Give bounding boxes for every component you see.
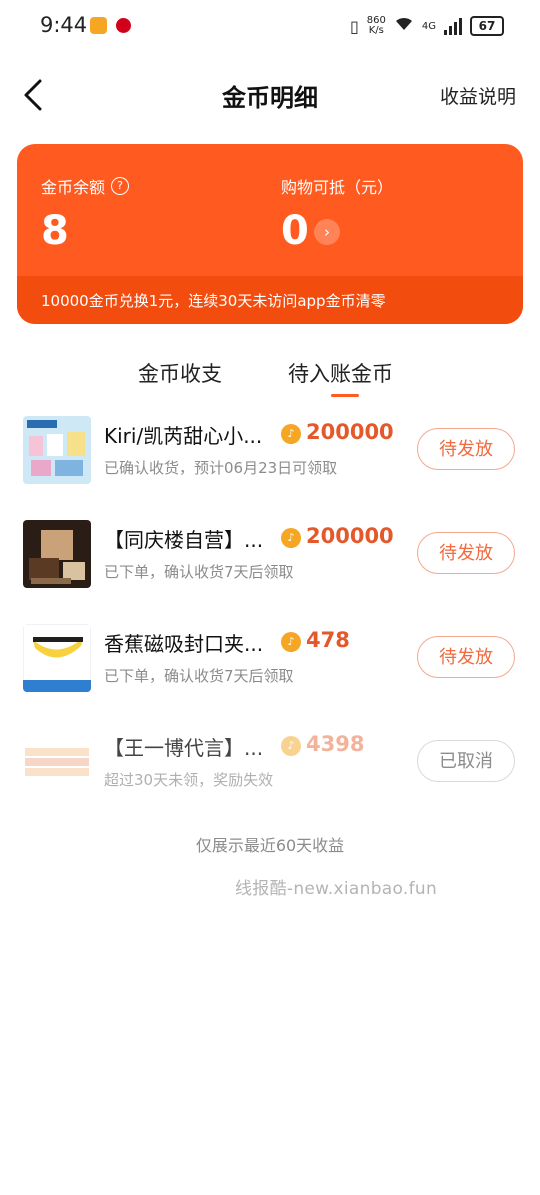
list-item[interactable]: Kiri/凯芮甜心小... ♪ 200000 已确认收货，预计06月23日可领取… bbox=[0, 400, 540, 504]
coin-icon: ♪ bbox=[281, 632, 301, 652]
pending-release-button[interactable]: 待发放 bbox=[417, 636, 515, 678]
pending-release-button[interactable]: 待发放 bbox=[417, 428, 515, 470]
product-name: 香蕉磁吸封口夹... bbox=[104, 632, 264, 656]
active-tab-indicator bbox=[331, 394, 359, 397]
chevron-right-icon[interactable]: › bbox=[314, 219, 340, 245]
coin-amount: 200000 bbox=[306, 420, 394, 444]
tab-coin-transactions[interactable]: 金币收支 bbox=[138, 358, 222, 388]
item-status-text: 超过30天未领，奖励失效 bbox=[104, 771, 274, 789]
deduct-value: 0 bbox=[281, 208, 309, 254]
item-status-text: 已下单，确认收货7天后领取 bbox=[104, 563, 294, 581]
pending-release-button[interactable]: 待发放 bbox=[417, 532, 515, 574]
signal-icon bbox=[444, 17, 462, 35]
top-nav: 金币明细 收益说明 bbox=[0, 60, 540, 130]
status-time: 9:44 bbox=[40, 13, 88, 37]
earnings-info-link[interactable]: 收益说明 bbox=[440, 82, 516, 109]
tab-pending-coins[interactable]: 待入账金币 bbox=[288, 358, 393, 388]
item-status-text: 已确认收货，预计06月23日可领取 bbox=[104, 459, 338, 477]
card-footer: 10000金币兑换1元，连续30天未访问app金币清零 bbox=[17, 276, 523, 324]
coin-amount: 200000 bbox=[306, 524, 394, 548]
product-thumbnail bbox=[23, 520, 91, 588]
coin-summary-card: 金币余额 ? 8 购物可抵（元） 0 › 10000金币兑换1元，连续30天未访… bbox=[17, 144, 523, 324]
wifi-icon bbox=[394, 16, 414, 36]
coin-amount: 4398 bbox=[306, 732, 365, 756]
status-bar: 9:44 ▯ 860 K/s 4G 67 bbox=[0, 0, 540, 52]
network-speed: 860 K/s bbox=[366, 15, 386, 36]
cancelled-button[interactable]: 已取消 bbox=[417, 740, 515, 782]
network-type: 4G bbox=[421, 20, 436, 32]
coin-icon: ♪ bbox=[281, 424, 301, 444]
vibrate-icon: ▯ bbox=[349, 16, 359, 36]
app-notification-icon bbox=[90, 17, 107, 34]
balance-label: 金币余额 bbox=[41, 178, 106, 197]
product-thumbnail bbox=[23, 624, 91, 692]
watermark-text: 线报酷-new.xianbao.fun bbox=[235, 879, 438, 899]
bank-notification-icon bbox=[116, 18, 131, 33]
item-status-text: 已下单，确认收货7天后领取 bbox=[104, 667, 294, 685]
product-name: 【王一博代言】... bbox=[104, 736, 264, 760]
tab-bar: 金币收支 待入账金币 bbox=[0, 350, 540, 398]
list-item[interactable]: 香蕉磁吸封口夹... ♪ 478 已下单，确认收货7天后领取 待发放 bbox=[0, 608, 540, 712]
coin-icon: ♪ bbox=[281, 528, 301, 548]
balance-value: 8 bbox=[41, 208, 69, 254]
list-item[interactable]: 【同庆楼自营】... ♪ 200000 已下单，确认收货7天后领取 待发放 bbox=[0, 504, 540, 608]
battery-indicator: 67 bbox=[470, 16, 504, 36]
exchange-rule-text: 10000金币兑换1元，连续30天未访问app金币清零 bbox=[41, 292, 386, 310]
product-name: 【同庆楼自营】... bbox=[104, 528, 264, 552]
balance-label-group: 金币余额 ? bbox=[41, 174, 130, 198]
coin-amount: 478 bbox=[306, 628, 350, 652]
list-item[interactable]: 【王一博代言】... ♪ 4398 超过30天未领，奖励失效 已取消 bbox=[0, 712, 540, 816]
history-range-note: 仅展示最近60天收益 bbox=[195, 836, 345, 855]
product-thumbnail bbox=[23, 728, 91, 796]
question-icon[interactable]: ? bbox=[111, 177, 130, 195]
product-name: Kiri/凯芮甜心小... bbox=[104, 424, 263, 448]
coin-icon: ♪ bbox=[281, 736, 301, 756]
product-thumbnail bbox=[23, 416, 91, 484]
deduct-label: 购物可抵（元） bbox=[281, 178, 394, 197]
